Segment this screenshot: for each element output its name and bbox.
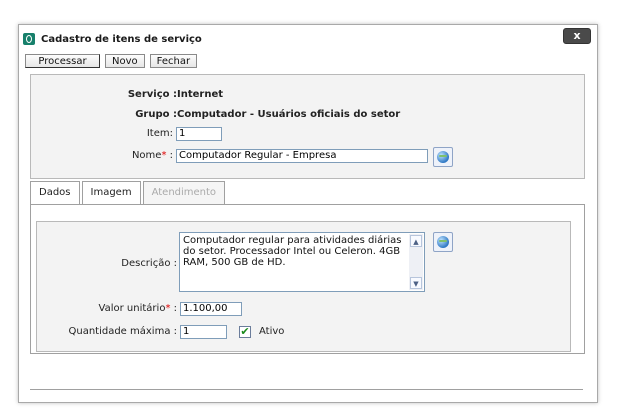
scroll-up-icon[interactable]: ▲ — [410, 235, 422, 247]
dialog-titlebar: Cadastro de itens de serviço x — [19, 25, 597, 47]
ativo-label: Ativo — [259, 326, 285, 337]
valor-label: Valor unitário — [98, 303, 166, 314]
globe-icon[interactable] — [433, 147, 453, 167]
tab-dados[interactable]: Dados — [30, 181, 80, 204]
toolbar: Processar Novo Fechar — [25, 54, 198, 70]
item-label: Item: — [146, 128, 173, 139]
descricao-label: Descrição : — [121, 258, 177, 269]
service-info-panel: Serviço : Internet Grupo : Computador - … — [30, 74, 585, 179]
nome-label-group: Nome* : — [31, 148, 173, 164]
close-button[interactable]: x — [563, 28, 591, 44]
valor-unitario-input[interactable] — [180, 302, 242, 316]
dados-panel: Computador regular para atividades diári… — [36, 221, 571, 352]
ativo-checkbox[interactable]: ✔ — [239, 326, 251, 338]
fechar-button[interactable]: Fechar — [149, 54, 198, 68]
app-logo-icon — [23, 33, 35, 45]
tab-atendimento[interactable]: Atendimento — [142, 181, 226, 204]
descricao-textarea[interactable]: Computador regular para atividades diári… — [179, 232, 425, 292]
valor-required-mark: * — [165, 303, 171, 314]
descricao-text: Computador regular para atividades diári… — [183, 235, 402, 268]
descricao-scrollbar[interactable]: ▲ ▼ — [409, 234, 423, 290]
valor-label-group: Valor unitário* : — [57, 303, 177, 314]
processar-button[interactable]: Processar — [25, 54, 100, 68]
globe-icon-descricao[interactable] — [433, 232, 453, 252]
servico-label: Serviço : — [127, 89, 177, 100]
dialog-title: Cadastro de itens de serviço — [41, 34, 202, 45]
quantidade-input[interactable] — [180, 325, 227, 339]
tab-bar: Dados Imagem Atendimento — [30, 181, 227, 204]
nome-label: Nome — [131, 150, 162, 161]
scroll-down-icon[interactable]: ▼ — [410, 277, 422, 289]
item-input[interactable] — [176, 127, 222, 141]
grupo-value: Computador - Usuários oficiais do setor — [177, 109, 401, 120]
footer-divider — [30, 389, 583, 390]
quantidade-label: Quantidade máxima : — [68, 326, 177, 337]
nome-colon: : — [169, 150, 173, 161]
tab-imagem[interactable]: Imagem — [81, 181, 141, 204]
valor-colon: : — [173, 303, 177, 314]
required-mark: * — [161, 150, 167, 161]
servico-value: Internet — [177, 89, 224, 100]
novo-button[interactable]: Novo — [105, 54, 145, 68]
grupo-label: Grupo : — [135, 109, 177, 120]
nome-input[interactable] — [176, 149, 428, 163]
